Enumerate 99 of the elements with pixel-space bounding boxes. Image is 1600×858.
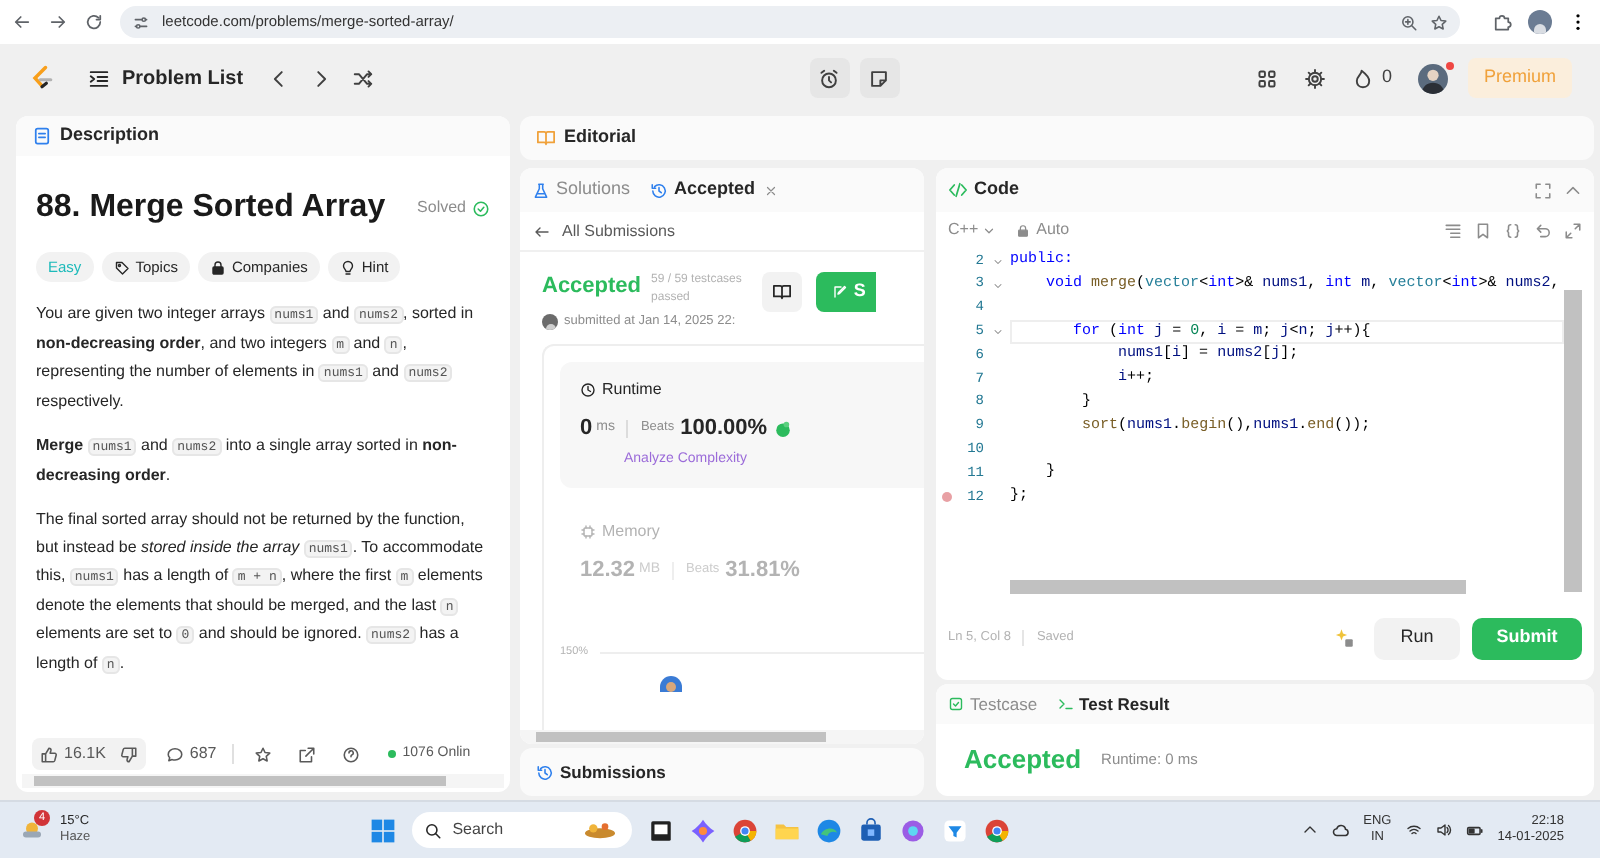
checkbox-icon: [948, 696, 964, 712]
undo-icon[interactable]: [1534, 221, 1552, 239]
alarm-clock-icon: [818, 67, 841, 89]
search-placeholder: Search: [452, 818, 504, 842]
favorite-star-icon[interactable]: [254, 745, 273, 763]
profile-avatar[interactable]: [1528, 10, 1552, 34]
sparkle-icon[interactable]: [1334, 628, 1354, 648]
share-icon[interactable]: [298, 745, 317, 763]
runtime-value: 0: [580, 413, 593, 444]
close-icon[interactable]: [763, 183, 778, 197]
streak-count: 0: [1381, 64, 1392, 91]
chevron-down-icon: [982, 223, 997, 237]
format-icon[interactable]: [1444, 221, 1462, 239]
sparkle-app-icon[interactable]: [690, 817, 717, 843]
funnel-app-icon[interactable]: [942, 817, 969, 843]
badge-icon: [773, 419, 792, 437]
swirl-app-icon[interactable]: [900, 817, 927, 843]
zoom-icon[interactable]: [1400, 13, 1418, 31]
runtime-percentile: 100.00%: [680, 413, 768, 444]
memory-label: Memory: [602, 519, 660, 544]
check-circle-icon: [472, 199, 490, 217]
wave-app-icon[interactable]: [816, 817, 843, 843]
reload-icon[interactable]: [84, 12, 104, 32]
braces-icon[interactable]: [1504, 221, 1522, 239]
search-icon: [424, 821, 443, 839]
run-button[interactable]: Run: [1374, 617, 1460, 659]
code-icon: [948, 180, 968, 200]
help-icon[interactable]: [342, 745, 361, 763]
extensions-icon[interactable]: [1492, 12, 1512, 32]
wifi-icon[interactable]: [1405, 822, 1422, 838]
collapse-icon[interactable]: [1564, 181, 1582, 199]
problem-title: 88. Merge Sorted Array: [36, 188, 386, 228]
battery-icon[interactable]: [1465, 821, 1484, 839]
memory-value: 12.32: [580, 555, 636, 586]
user-avatar: [660, 675, 682, 691]
flask-icon: [532, 181, 550, 199]
book-icon: [771, 282, 792, 302]
weather-icon[interactable]: [20, 818, 44, 842]
editorial-button[interactable]: [761, 272, 802, 312]
open-book-icon: [536, 128, 556, 148]
taskbar-search-field[interactable]: Search: [412, 812, 633, 848]
all-submissions-link[interactable]: All Submissions: [520, 212, 924, 252]
cloud-icon[interactable]: [1331, 821, 1350, 839]
comments-button[interactable]: 687: [165, 742, 217, 766]
timer-button[interactable]: [809, 58, 850, 98]
horizontal-scrollbar[interactable]: [1010, 580, 1466, 594]
problem-list-button[interactable]: Problem List: [88, 63, 244, 93]
memory-percentile: 31.81%: [725, 555, 800, 586]
tag-icon: [113, 259, 130, 275]
code-tab[interactable]: Code: [948, 176, 1019, 204]
back-arrow-icon: [534, 223, 550, 239]
site-settings-icon[interactable]: [132, 13, 150, 31]
terminal-app-icon[interactable]: [648, 817, 675, 843]
grid-icon[interactable]: [1255, 67, 1278, 89]
result-status: Accepted: [542, 272, 642, 300]
terminal-icon: [1057, 696, 1074, 712]
user-avatar: [542, 313, 558, 330]
bookmark-icon[interactable]: [1474, 221, 1492, 239]
expand-icon[interactable]: [1564, 221, 1582, 239]
document-icon: [32, 126, 52, 146]
chevron-up-icon[interactable]: [1301, 822, 1318, 838]
bookmark-star-icon[interactable]: [1430, 13, 1448, 31]
thumbs-down-icon: [119, 745, 138, 763]
description-tab[interactable]: Description: [32, 122, 160, 150]
list-icon: [88, 67, 110, 89]
comment-icon: [165, 745, 184, 763]
solved-status: Solved: [417, 196, 466, 220]
clock-icon: [580, 381, 596, 398]
history-icon: [650, 181, 669, 199]
fullscreen-icon[interactable]: [1534, 181, 1552, 199]
result-status: Accepted: [964, 742, 1082, 779]
browser-app-icon[interactable]: [732, 817, 759, 843]
runtime-label: Runtime: [602, 377, 662, 402]
lock-icon: [209, 259, 226, 275]
lightbulb-icon: [339, 259, 356, 275]
editorial-tab[interactable]: Editorial: [536, 124, 637, 152]
memory-chip-icon: [580, 523, 596, 540]
lock-icon: [1016, 223, 1031, 237]
settings-icon[interactable]: [1303, 67, 1326, 89]
dislike-button[interactable]: [119, 745, 138, 763]
panel-tab[interactable]: Test Result: [1057, 691, 1170, 717]
store-icon[interactable]: [858, 817, 885, 843]
back-icon[interactable]: [12, 12, 32, 32]
panel-tab[interactable]: Accepted: [650, 176, 756, 204]
horizontal-scrollbar[interactable]: [520, 730, 924, 744]
logo-icon[interactable]: [28, 64, 56, 92]
speaker-icon[interactable]: [1435, 822, 1452, 838]
note-icon: [868, 67, 891, 89]
edit-icon: [831, 284, 848, 300]
forward-icon[interactable]: [48, 12, 68, 32]
start-icon[interactable]: [370, 817, 397, 843]
browser-app-icon[interactable]: [984, 817, 1011, 843]
shuffle-icon[interactable]: [351, 67, 374, 89]
thumbs-up-icon: [40, 745, 58, 763]
horizontal-scrollbar[interactable]: [22, 774, 504, 788]
notes-button[interactable]: [859, 58, 900, 98]
user-avatar[interactable]: [1417, 63, 1448, 93]
history-icon: [536, 763, 554, 781]
submissions-tab[interactable]: Submissions: [536, 759, 666, 785]
